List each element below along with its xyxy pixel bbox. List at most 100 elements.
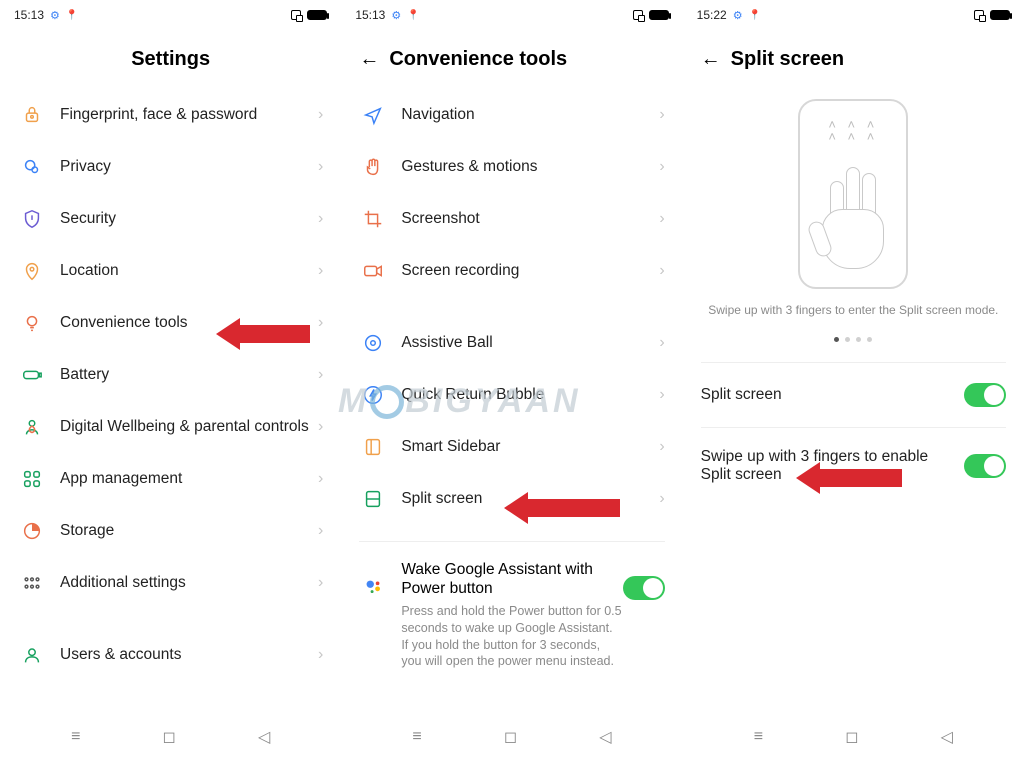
back-button[interactable]: ◁ [258,727,270,747]
recents-button[interactable]: ≡ [412,728,421,746]
chevron-right-icon: › [318,574,323,592]
chevron-right-icon: › [318,522,323,540]
settings-item-app-management[interactable]: App management › [0,453,341,505]
screen-split-screen: 15:22 ⚙ 📍 ← Split screen ˄ ˄ ˄˄ ˄ ˄ [683,0,1024,759]
status-bar: 15:13 ⚙ 📍 [341,0,682,26]
settings-item-battery[interactable]: Battery › [0,349,341,401]
status-time: 15:13 [355,8,385,22]
recents-button[interactable]: ≡ [754,728,763,746]
chevron-right-icon: › [659,158,664,176]
nav-bar: ≡ ◻ ◁ [683,715,1024,759]
chevron-right-icon: › [318,366,323,384]
row-label: Screenshot [401,209,659,228]
row-label: Additional settings [60,573,318,592]
home-button[interactable]: ◻ [845,727,858,747]
pip-icon [974,10,984,20]
settings-item-privacy[interactable]: Privacy › [0,141,341,193]
screen-convenience-tools: 15:13 ⚙ 📍 ← Convenience tools Navigation… [341,0,682,759]
toggle-wake-assistant[interactable] [623,576,665,600]
status-bar: 15:22 ⚙ 📍 [683,0,1024,26]
battery-icon [18,364,46,386]
chevron-right-icon: › [318,470,323,488]
settings-item-wellbeing[interactable]: Digital Wellbeing & parental controls › [0,401,341,453]
shield-icon [18,208,46,230]
row-label: Location [60,261,318,280]
users-icon [18,644,46,666]
settings-item-users[interactable]: Users & accounts › [0,629,341,681]
nav-bar: ≡ ◻ ◁ [341,715,682,759]
tools-item-gestures[interactable]: Gestures & motions › [341,141,682,193]
chevron-right-icon: › [659,262,664,280]
pip-icon [633,10,643,20]
row-label: Wake Google Assistant with Power button … [401,560,622,670]
chevron-right-icon: › [318,262,323,280]
recents-button[interactable]: ≡ [71,728,80,746]
gesture-caption: Swipe up with 3 fingers to enter the Spl… [688,303,1018,317]
tools-item-wake-assistant[interactable]: Wake Google Assistant with Power button … [341,542,682,685]
back-arrow-icon[interactable]: ← [359,48,381,71]
row-label: Screen recording [401,261,659,280]
settings-item-security[interactable]: Security › [0,193,341,245]
home-button[interactable]: ◻ [163,727,176,747]
pager-dots[interactable] [834,337,872,342]
lock-icon [18,104,46,126]
gear-icon: ⚙ [733,9,743,22]
sidebar-icon [359,436,387,458]
gear-icon: ⚙ [50,9,60,22]
nav-bar: ≡ ◻ ◁ [0,715,341,759]
row-label: Storage [60,521,318,540]
toggle-swipe-3-fingers[interactable] [964,454,1006,478]
bulb-icon [18,312,46,334]
status-time: 15:13 [14,8,44,22]
back-arrow-icon[interactable]: ← [701,48,723,71]
toggle-split-screen[interactable] [964,383,1006,407]
tools-item-assistive-ball[interactable]: Assistive Ball › [341,317,682,369]
row-label: Assistive Ball [401,333,659,352]
row-label: Battery [60,365,318,384]
tools-item-smart-sidebar[interactable]: Smart Sidebar › [341,421,682,473]
assist-subtitle: Press and hold the Power button for 0.5 … [401,603,622,671]
tools-item-screen-recording[interactable]: Screen recording › [341,245,682,297]
chevron-right-icon: › [318,646,323,664]
home-button[interactable]: ◻ [504,727,517,747]
row-label: Privacy [60,157,318,176]
pip-icon [291,10,301,20]
row-label: Gestures & motions [401,157,659,176]
row-label: Navigation [401,105,659,124]
back-button[interactable]: ◁ [599,727,611,747]
header: Settings [0,26,341,89]
settings-item-fingerprint[interactable]: Fingerprint, face & password › [0,89,341,141]
row-label: Quick Return Bubble [401,385,659,404]
cursor-icon [359,104,387,126]
header: ← Convenience tools [341,26,682,89]
row-label: App management [60,469,318,488]
toggle-split-screen-row[interactable]: Split screen [683,363,1024,427]
row-label: Users & accounts [60,645,318,664]
settings-item-storage[interactable]: Storage › [0,505,341,557]
chevron-right-icon: › [318,314,323,332]
annotation-arrow-1 [216,318,310,350]
chevron-right-icon: › [659,334,664,352]
annotation-arrow-2 [504,492,620,524]
header: ← Split screen [683,26,1024,89]
storage-icon [18,520,46,542]
screen-settings: 15:13 ⚙ 📍 Settings Fingerprint, face & p… [0,0,341,759]
wellbeing-icon [18,416,46,438]
settings-item-additional[interactable]: Additional settings › [0,557,341,609]
settings-item-location[interactable]: Location › [0,245,341,297]
location-icon [18,260,46,282]
tools-item-navigation[interactable]: Navigation › [341,89,682,141]
location-pin-icon: 📍 [66,10,78,21]
row-label: Fingerprint, face & password [60,105,318,124]
hand-icon [359,156,387,178]
chevron-right-icon: › [659,386,664,404]
back-button[interactable]: ◁ [941,727,953,747]
chevron-right-icon: › [318,210,323,228]
tools-item-quick-return[interactable]: Quick Return Bubble › [341,369,682,421]
tools-item-screenshot[interactable]: Screenshot › [341,193,682,245]
location-pin-icon: 📍 [407,10,419,21]
location-pin-icon: 📍 [749,10,761,21]
annotation-arrow-3 [796,462,902,494]
target-icon [359,332,387,354]
chevron-right-icon: › [659,438,664,456]
